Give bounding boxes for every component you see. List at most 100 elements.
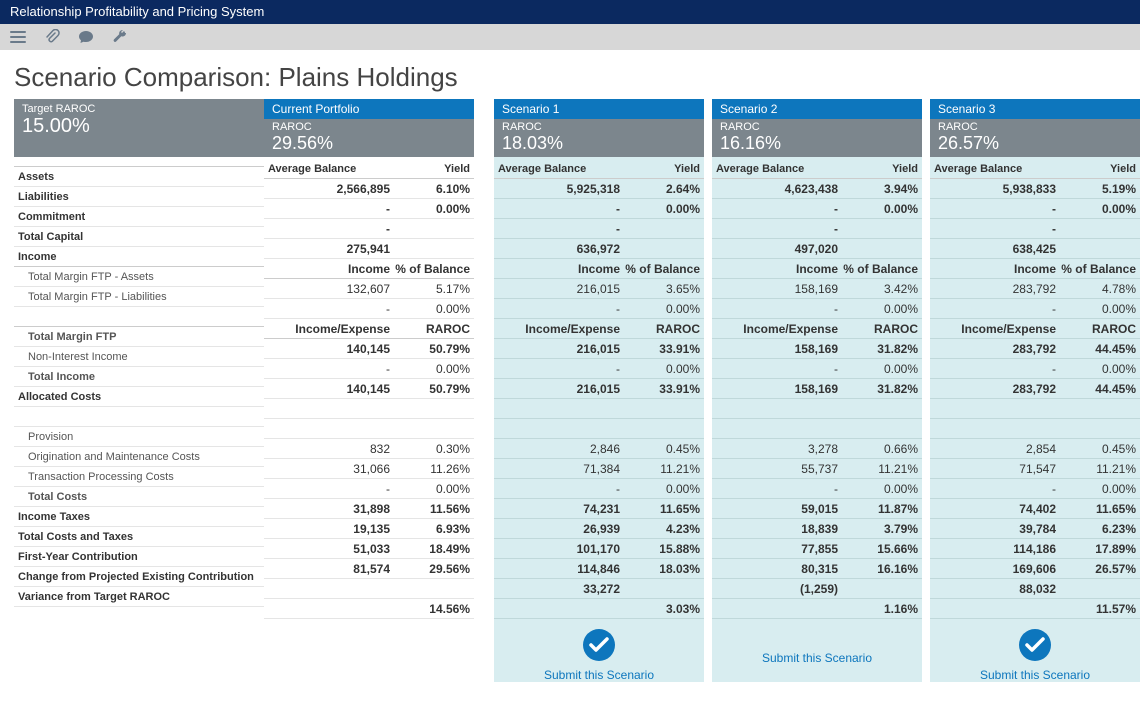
data-cell: -0.00% — [712, 359, 922, 379]
data-cell: 74,23111.65% — [494, 499, 704, 519]
scenario-title: Scenario 3 — [930, 99, 1140, 119]
data-cell: 158,1693.42% — [712, 279, 922, 299]
paperclip-icon[interactable] — [44, 29, 60, 45]
menu-icon[interactable] — [10, 29, 26, 45]
data-cell: -0.00% — [264, 359, 474, 379]
raroc-header: RAROC16.16% — [712, 119, 922, 157]
data-cell: 101,17015.88% — [494, 539, 704, 559]
column-subheader: Income/ExpenseRAROC — [930, 319, 1140, 339]
submit-link[interactable]: Submit this Scenario — [494, 668, 704, 682]
data-cell: 33,272 — [494, 579, 704, 599]
data-cell: 81,57429.56% — [264, 559, 474, 579]
data-cell: 283,79244.45% — [930, 339, 1140, 359]
data-cell: -0.00% — [264, 299, 474, 319]
data-cell: 5,938,8335.19% — [930, 179, 1140, 199]
row-label: Transaction Processing Costs — [14, 467, 264, 487]
row-label: Total Costs — [14, 487, 264, 507]
column-subheader: Income/ExpenseRAROC — [712, 319, 922, 339]
data-cell: 71,54711.21% — [930, 459, 1140, 479]
row-label — [14, 307, 264, 327]
data-cell: 31,06611.26% — [264, 459, 474, 479]
row-label: Total Income — [14, 367, 264, 387]
row-label: Commitment — [14, 207, 264, 227]
data-cell: -0.00% — [712, 479, 922, 499]
row-label: Liabilities — [14, 187, 264, 207]
data-cell: -0.00% — [264, 199, 474, 219]
data-cell: - — [930, 219, 1140, 239]
submit-check-icon[interactable] — [1017, 627, 1053, 666]
data-cell: 216,01533.91% — [494, 339, 704, 359]
data-cell: 51,03318.49% — [264, 539, 474, 559]
data-cell: 2,8460.45% — [494, 439, 704, 459]
data-cell: 14.56% — [264, 599, 474, 619]
data-cell: -0.00% — [494, 359, 704, 379]
comment-icon[interactable] — [78, 29, 94, 45]
row-label: First-Year Contribution — [14, 547, 264, 567]
row-label: Allocated Costs — [14, 387, 264, 407]
submit-link[interactable]: Submit this Scenario — [712, 627, 922, 665]
data-cell — [264, 399, 474, 419]
data-cell: 19,1356.93% — [264, 519, 474, 539]
data-cell: 74,40211.65% — [930, 499, 1140, 519]
row-label: Total Margin FTP — [14, 327, 264, 347]
scenario-title: Scenario 2 — [712, 99, 922, 119]
data-cell: 8320.30% — [264, 439, 474, 459]
data-cell: 18,8393.79% — [712, 519, 922, 539]
data-cell: 1.16% — [712, 599, 922, 619]
data-cell: 59,01511.87% — [712, 499, 922, 519]
data-cell: 71,38411.21% — [494, 459, 704, 479]
submit-check-icon[interactable] — [581, 627, 617, 666]
data-cell — [712, 399, 922, 419]
row-label: Provision — [14, 427, 264, 447]
row-label: Total Margin FTP - Liabilities — [14, 287, 264, 307]
data-cell: -0.00% — [930, 299, 1140, 319]
target-value: 15.00% — [22, 115, 256, 138]
data-cell: (1,259) — [712, 579, 922, 599]
row-label: Assets — [14, 167, 264, 187]
data-cell: 636,972 — [494, 239, 704, 259]
scenario-title: Current Portfolio — [264, 99, 474, 119]
row-label: Total Margin FTP - Assets — [14, 267, 264, 287]
data-cell: 158,16931.82% — [712, 339, 922, 359]
row-label: Change from Projected Existing Contribut… — [14, 567, 264, 587]
data-cell: 638,425 — [930, 239, 1140, 259]
data-cell — [494, 399, 704, 419]
data-cell: 114,18617.89% — [930, 539, 1140, 559]
data-cell: 216,01533.91% — [494, 379, 704, 399]
data-cell: - — [712, 219, 922, 239]
data-cell: 88,032 — [930, 579, 1140, 599]
page-title: Scenario Comparison: Plains Holdings — [14, 62, 1126, 93]
data-cell: -0.00% — [494, 479, 704, 499]
data-cell: 283,7924.78% — [930, 279, 1140, 299]
data-cell: 140,14550.79% — [264, 339, 474, 359]
data-cell: 275,941 — [264, 239, 474, 259]
data-cell: 11.57% — [930, 599, 1140, 619]
raroc-header: RAROC29.56% — [264, 119, 474, 157]
data-cell — [930, 399, 1140, 419]
wrench-icon[interactable] — [112, 29, 128, 45]
column-header: Average BalanceYield — [494, 157, 704, 179]
data-cell: -0.00% — [930, 359, 1140, 379]
row-label: Non-Interest Income — [14, 347, 264, 367]
data-cell: 3,2780.66% — [712, 439, 922, 459]
data-cell: -0.00% — [712, 299, 922, 319]
column-header: Average BalanceYield — [264, 157, 474, 179]
data-cell: 158,16931.82% — [712, 379, 922, 399]
row-label: Origination and Maintenance Costs — [14, 447, 264, 467]
data-cell: 31,89811.56% — [264, 499, 474, 519]
data-cell: -0.00% — [930, 199, 1140, 219]
data-cell: -0.00% — [494, 199, 704, 219]
data-cell: -0.00% — [264, 479, 474, 499]
data-cell: -0.00% — [712, 199, 922, 219]
data-cell: 2,566,8956.10% — [264, 179, 474, 199]
data-cell: 39,7846.23% — [930, 519, 1140, 539]
submit-link[interactable]: Submit this Scenario — [930, 668, 1140, 682]
data-cell: 216,0153.65% — [494, 279, 704, 299]
data-cell: -0.00% — [494, 299, 704, 319]
row-label: Total Capital — [14, 227, 264, 247]
column-subheader: Income% of Balance — [930, 259, 1140, 279]
column-subheader: Income/ExpenseRAROC — [494, 319, 704, 339]
data-cell: 2,8540.45% — [930, 439, 1140, 459]
column-subheader: Income% of Balance — [494, 259, 704, 279]
row-label: Total Costs and Taxes — [14, 527, 264, 547]
